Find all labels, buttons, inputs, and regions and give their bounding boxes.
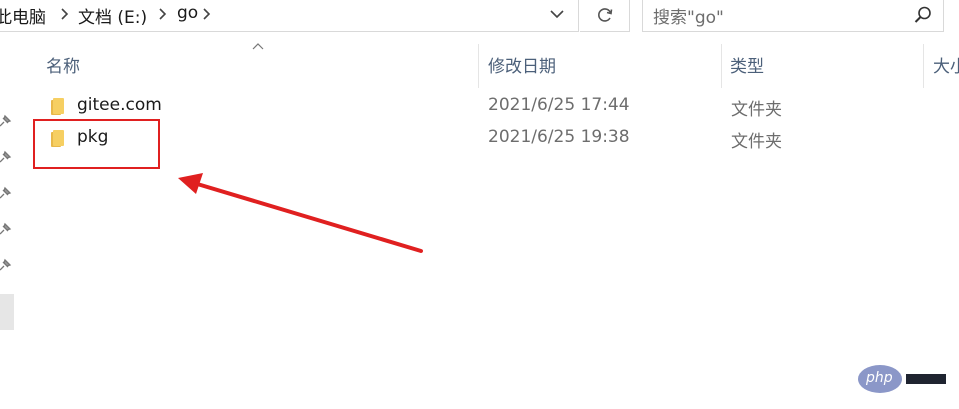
chevron-right-icon[interactable] [201,4,213,24]
pin-icon[interactable] [0,114,12,128]
pin-icon[interactable] [0,222,12,236]
sort-ascending-icon [252,43,264,50]
column-type[interactable]: 类型 [730,52,764,77]
navigation-pane [0,36,16,409]
chevron-right-icon[interactable] [157,4,169,24]
column-date[interactable]: 修改日期 [488,52,556,77]
list-item[interactable]: pkg 2021/6/25 19:38 文件夹 [40,123,940,155]
php-logo: php [858,365,902,393]
search-input[interactable]: 搜索"go" [642,0,944,32]
breadcrumb-drive[interactable]: 文档 (E:) [78,3,147,28]
folder-icon [51,98,64,115]
chevron-down-icon [550,10,564,19]
search-placeholder: 搜索"go" [653,8,724,28]
file-date: 2021/6/25 19:38 [488,127,630,147]
watermark: php [858,365,948,393]
refresh-button[interactable] [580,0,630,32]
search-icon[interactable] [913,5,933,25]
address-history-button[interactable] [539,0,575,29]
file-name: gitee.com [77,95,162,115]
pin-icon[interactable] [0,186,12,200]
pin-icon[interactable] [0,150,12,164]
column-name[interactable]: 名称 [46,52,80,77]
highlight-box [33,119,160,169]
column-size[interactable]: 大小 [933,52,959,77]
refresh-icon [597,8,612,22]
file-date: 2021/6/25 17:44 [488,95,630,115]
column-divider[interactable] [923,44,924,88]
address-bar[interactable]: 此电脑 文档 (E:) go [0,0,579,32]
chevron-right-icon[interactable] [59,4,71,24]
breadcrumb-go[interactable]: go [177,3,198,23]
list-item[interactable]: gitee.com 2021/6/25 17:44 文件夹 [40,91,940,123]
file-type: 文件夹 [731,100,782,120]
address-row: 此电脑 文档 (E:) go 搜索"go" [0,0,959,36]
nav-scrollbar-thumb[interactable] [0,294,14,330]
watermark-text: php [866,370,893,386]
pin-icon[interactable] [0,258,12,272]
column-header: 名称 修改日期 类型 大小 [16,36,959,90]
breadcrumb-this-pc[interactable]: 此电脑 [0,3,46,28]
watermark-bar [906,374,946,384]
column-divider[interactable] [478,44,479,88]
file-type: 文件夹 [731,132,782,152]
column-divider[interactable] [721,44,722,88]
